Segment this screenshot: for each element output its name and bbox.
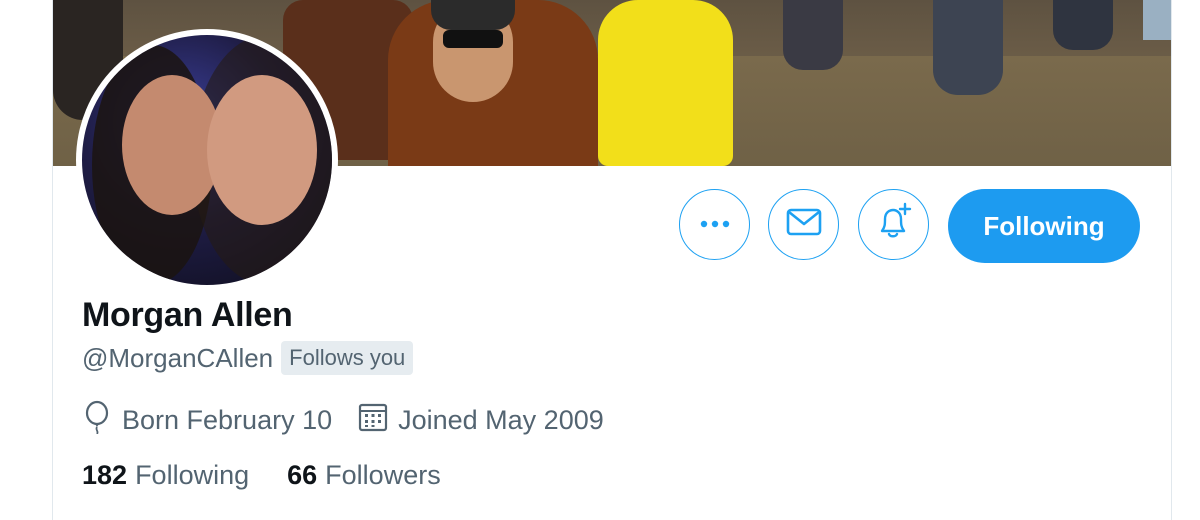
follows-you-badge: Follows you bbox=[281, 341, 414, 375]
following-label: Following bbox=[135, 460, 250, 490]
following-button[interactable]: Following bbox=[948, 189, 1140, 263]
envelope-icon bbox=[786, 207, 822, 242]
more-options-button[interactable] bbox=[679, 189, 750, 260]
ellipsis-icon bbox=[698, 216, 732, 234]
username-handle: @MorganCAllen bbox=[82, 342, 274, 373]
message-button[interactable] bbox=[768, 189, 839, 260]
followers-count-link[interactable]: 66 Followers bbox=[287, 460, 441, 491]
followers-label: Followers bbox=[325, 460, 441, 490]
display-name: Morgan Allen bbox=[82, 296, 293, 334]
notifications-button[interactable] bbox=[858, 189, 929, 260]
bell-plus-icon bbox=[874, 202, 914, 247]
birthday-text: Born February 10 bbox=[122, 405, 333, 435]
follow-stats: 182 Following 66 Followers bbox=[82, 460, 441, 491]
following-count-link[interactable]: 182 Following bbox=[82, 460, 249, 491]
following-count: 182 bbox=[82, 460, 128, 490]
joined-item: Joined May 2009 bbox=[358, 402, 604, 439]
balloon-icon bbox=[82, 400, 122, 441]
joined-text: Joined May 2009 bbox=[398, 405, 604, 435]
profile-meta: Born February 10 Joined May 2009 bbox=[82, 400, 604, 441]
avatar[interactable] bbox=[76, 29, 338, 291]
followers-count: 66 bbox=[287, 460, 318, 490]
calendar-icon bbox=[358, 402, 398, 439]
handle-row: @MorganCAllen Follows you bbox=[82, 341, 414, 375]
birthday-item: Born February 10 bbox=[82, 400, 332, 441]
